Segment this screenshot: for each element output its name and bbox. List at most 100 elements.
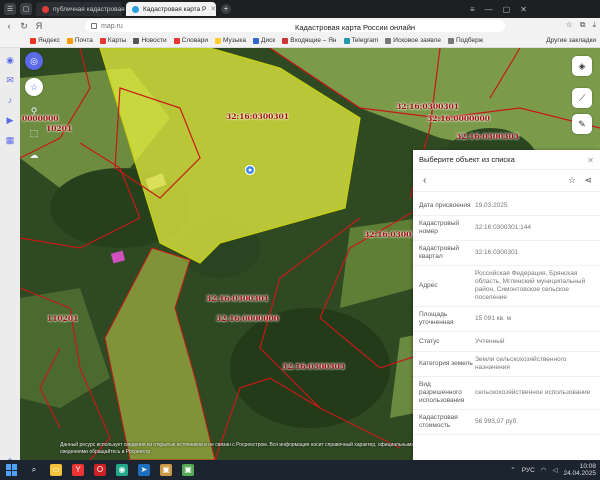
bookmark-item[interactable]: Telegram	[343, 37, 378, 44]
extensions-icon[interactable]: ⧉	[580, 20, 586, 30]
tab-close-icon[interactable]: ✕	[210, 5, 216, 13]
cadastral-label: 32:16:0300303	[282, 362, 345, 371]
favorite-star-icon[interactable]: ☆	[568, 175, 576, 186]
bookmark-star-icon[interactable]: ☆	[566, 20, 573, 30]
keyboard-language[interactable]: РУС	[522, 467, 535, 474]
messenger-icon[interactable]: ✉	[4, 74, 16, 86]
bookmark-item[interactable]: Входящие – Ян	[282, 37, 337, 44]
cadastral-label: 32:16:0000000	[216, 314, 279, 323]
bookmark-favicon-icon	[282, 37, 289, 44]
map-disclaimer: Данный ресурс использует сведения из отк…	[60, 442, 415, 455]
other-bookmarks[interactable]: Другие закладки	[546, 37, 596, 44]
maximize-icon[interactable]: ▢	[503, 5, 511, 14]
bookmark-label: Словари	[181, 37, 209, 44]
bookmark-item[interactable]: Яндекс	[30, 37, 60, 44]
lock-icon	[91, 23, 97, 29]
download-icon[interactable]: ⤓	[592, 20, 596, 30]
browser-tabbar: ☰ ▢ публичная кадастровая ✕ Кадастровая …	[0, 0, 600, 18]
bookmark-item[interactable]: Диск	[253, 37, 275, 44]
url-input[interactable]: map.ru Кадастровая карта России онлайн	[85, 20, 505, 32]
cloud-icon[interactable]: ☁	[27, 148, 41, 162]
volume-icon[interactable]: ◁	[552, 466, 557, 474]
bookmark-label: Диск	[261, 37, 276, 44]
app-icon[interactable]: ▣	[182, 464, 194, 476]
back-icon[interactable]: ‹	[3, 21, 15, 31]
favorites-star-icon[interactable]: ☆	[25, 78, 43, 96]
bookmark-item[interactable]: Карты	[99, 37, 126, 44]
bookmark-favicon-icon	[133, 37, 140, 44]
field-key: Категория земель	[419, 360, 473, 367]
share-icon[interactable]: ⋖	[584, 175, 592, 186]
bookmark-item[interactable]: Исковое заявле	[385, 37, 441, 44]
bookmark-item[interactable]: Подберж	[447, 37, 483, 44]
bookmark-label: Исковое заявле	[393, 37, 441, 44]
edit-icon[interactable]: ✎	[572, 114, 592, 134]
cadastral-label: 32:16:0000000	[427, 114, 490, 123]
search-icon[interactable]: ⌕	[28, 464, 40, 476]
bookmark-item[interactable]: Почта	[66, 37, 93, 44]
cadastral-label: 10201	[46, 124, 73, 133]
bookmark-favicon-icon	[447, 37, 454, 44]
windows-taskbar: ⌕ ▭ Y O ◉ ➤ ▣ ▣ ⌃ РУС ◠ ◁ 10:08 24.04.20…	[0, 460, 600, 480]
new-tab-button[interactable]: +	[221, 4, 231, 14]
layers-icon[interactable]: ◈	[572, 56, 592, 76]
field-key: Адрес	[419, 282, 438, 289]
field-row: Кадастровый квартал 32:16:0300301	[413, 241, 600, 266]
bookmark-item[interactable]: Новости	[133, 37, 167, 44]
field-key: Кадастровый номер	[419, 220, 460, 235]
panel-actions: ‹ ☆ ⋖	[413, 170, 600, 192]
close-icon[interactable]: ✕	[587, 156, 594, 165]
bookmark-favicon-icon	[253, 37, 260, 44]
bookmark-label: Входящие – Ян	[290, 37, 337, 44]
yandex-browser-icon[interactable]: Y	[72, 464, 84, 476]
tab-switch-icon[interactable]: ▢	[20, 3, 32, 15]
window-controls: ≡ — ▢ ✕	[470, 0, 527, 18]
explorer-icon[interactable]: ▭	[50, 464, 62, 476]
ruler-icon[interactable]: ⟋	[572, 88, 592, 108]
chrome-icon[interactable]: ◉	[116, 464, 128, 476]
clock[interactable]: 10:08 24.04.2025	[563, 463, 596, 477]
field-row: Площадь уточненная 15 091 кв. м	[413, 307, 600, 332]
start-icon[interactable]	[6, 464, 18, 476]
back-arrow-icon[interactable]: ‹	[423, 175, 426, 186]
calendar-icon[interactable]: ▦	[4, 134, 16, 146]
music-icon[interactable]: ♪	[4, 94, 16, 106]
search-icon[interactable]: ◎	[25, 52, 43, 70]
minimize-icon[interactable]: —	[485, 5, 493, 14]
field-key: Кадастровая стоимость	[419, 414, 458, 429]
video-icon[interactable]: ▶	[4, 114, 16, 126]
field-key: Дата присвоения	[419, 201, 471, 209]
tab-cadastral-map[interactable]: Кадастровая карта Р ✕	[126, 2, 216, 16]
field-row: Кадастровая стоимость 56 993,07 руб.	[413, 410, 600, 435]
telegram-icon[interactable]: ➤	[138, 464, 150, 476]
pin-icon[interactable]: ⚲	[27, 104, 41, 118]
opera-icon[interactable]: O	[94, 464, 106, 476]
reload-icon[interactable]: ↻	[18, 21, 30, 32]
bookmark-manager-icon[interactable]: ≡	[470, 5, 475, 14]
cadastral-label: 32:16:0300301	[226, 112, 289, 121]
tab-public-cadastral[interactable]: публичная кадастровая ✕	[36, 2, 134, 16]
bookmark-label: Музыка	[223, 37, 247, 44]
field-value: Российская Федерация, Брянская область, …	[475, 270, 586, 301]
select-area-icon[interactable]: ⬚	[27, 126, 41, 140]
field-value: 32:16:0300301:144	[475, 224, 532, 231]
field-value: Учтенный	[475, 337, 505, 345]
app-icon[interactable]: ▣	[160, 464, 172, 476]
bookmark-favicon-icon	[215, 37, 222, 44]
tab-label: Кадастровая карта Р	[143, 5, 207, 13]
field-value: 56 993,07 руб.	[475, 418, 519, 425]
bookmark-item[interactable]: Словари	[173, 37, 209, 44]
field-key: Вид разрешенного использования	[419, 381, 465, 404]
yandex-icon[interactable]: Я	[33, 21, 45, 31]
tray-chevron-icon[interactable]: ⌃	[510, 466, 515, 474]
browser-menu-icon[interactable]: ☰	[4, 3, 16, 15]
close-window-icon[interactable]: ✕	[520, 5, 527, 14]
field-value: 15 091 кв. м	[475, 315, 512, 322]
bookmark-favicon-icon	[385, 37, 392, 44]
wifi-icon[interactable]: ◠	[541, 466, 547, 474]
field-row: Дата присвоения 19.03.2025	[413, 196, 600, 216]
bookmark-favicon-icon	[343, 37, 350, 44]
alice-icon[interactable]: ◉	[4, 54, 16, 66]
bookmark-favicon-icon	[173, 37, 180, 44]
bookmark-item[interactable]: Музыка	[215, 37, 246, 44]
